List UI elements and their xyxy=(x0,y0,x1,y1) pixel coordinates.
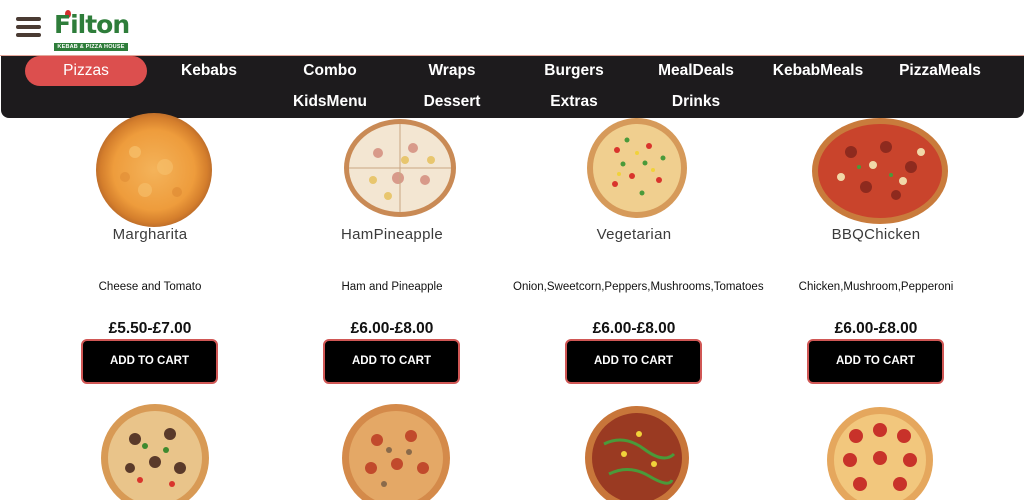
add-to-cart-button[interactable]: ADD TO CART xyxy=(565,339,702,384)
pizza-image-margharita[interactable] xyxy=(95,112,213,228)
product-price: £5.50-£7.00 xyxy=(108,320,192,337)
product-description: Cheese and Tomato xyxy=(98,281,202,293)
pizza-image[interactable] xyxy=(584,404,690,500)
product-price: £6.00-£8.00 xyxy=(834,320,918,337)
product-description: Onion,Sweetcorn,Peppers,Mushrooms,Tomato… xyxy=(513,281,764,293)
pizza-image[interactable] xyxy=(339,404,453,500)
pizza-image-bbqchicken[interactable] xyxy=(811,117,949,225)
add-to-cart-button[interactable]: ADD TO CART xyxy=(323,339,460,384)
pizza-image-vegetarian[interactable] xyxy=(587,118,687,218)
product-price: £6.00-£8.00 xyxy=(592,320,676,337)
product-description: Chicken,Mushroom,Pepperoni xyxy=(798,281,954,293)
product-name: Margharita xyxy=(112,226,188,243)
product-name: BBQChicken xyxy=(831,226,921,243)
product-price: £6.00-£8.00 xyxy=(350,320,434,337)
product-description: Ham and Pineapple xyxy=(341,281,443,293)
pizza-image[interactable] xyxy=(100,404,210,500)
pizza-image[interactable] xyxy=(826,406,934,500)
product-name: Vegetarian xyxy=(596,226,672,243)
product-name: HamPineapple xyxy=(341,226,443,243)
add-to-cart-button[interactable]: ADD TO CART xyxy=(807,339,944,384)
add-to-cart-button[interactable]: ADD TO CART xyxy=(81,339,218,384)
pizza-image-hampineapple[interactable] xyxy=(343,118,457,218)
